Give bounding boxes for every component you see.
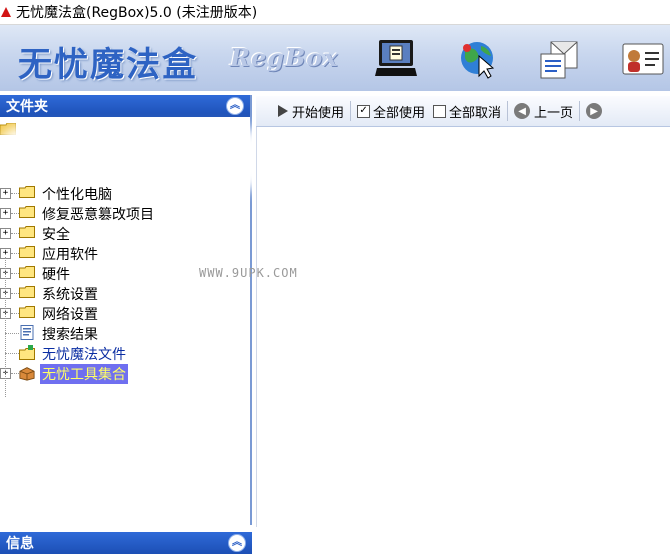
- unchecked-box-icon: [433, 104, 447, 118]
- folder-icon: [19, 186, 35, 198]
- info-panel-title: 信息: [6, 536, 34, 552]
- folder-panel-header: 文件夹 ︽: [0, 95, 250, 117]
- tree-connector: [5, 332, 19, 334]
- tree-connector: [5, 352, 19, 354]
- tree-item-label: 搜索结果: [42, 327, 98, 343]
- expand-icon[interactable]: +: [0, 207, 11, 219]
- folder-tree-panel: 文件夹 ︽ + 个性化电脑 + 修复恶意篡改项目 + 安全 + 应用软件 + 硬…: [0, 95, 258, 525]
- tree-item[interactable]: + 修复恶意篡改项目: [0, 203, 250, 223]
- folder-icon: [19, 266, 35, 278]
- tree-item[interactable]: + 网络设置: [0, 303, 250, 323]
- folder-icon: [19, 226, 35, 238]
- tree-connector: [11, 372, 19, 374]
- magic-folder-icon: [19, 345, 35, 360]
- prev-page-button[interactable]: ◀ 上一页: [510, 99, 577, 123]
- tree-connector: [11, 272, 19, 274]
- user-card-icon: [622, 43, 664, 75]
- tree-item-selected[interactable]: + 无忧工具集合: [0, 363, 250, 384]
- tree-item-label: 应用软件: [42, 247, 98, 263]
- collapse-info-panel-button[interactable]: ︽: [228, 534, 246, 552]
- document-tool-button[interactable]: [536, 37, 584, 81]
- globe-tool-button[interactable]: [454, 37, 502, 81]
- tree-item-label: 修复恶意篡改项目: [42, 207, 154, 223]
- tree-item[interactable]: + 个性化电脑: [0, 183, 250, 203]
- expand-icon[interactable]: +: [0, 187, 11, 199]
- info-panel-header: 信息 ︽: [0, 532, 252, 554]
- tree-item-label: 网络设置: [42, 307, 98, 323]
- cancel-all-button[interactable]: 全部取消: [429, 99, 505, 123]
- title-bar: 无忧魔法盒(RegBox)5.0 (未注册版本): [0, 0, 670, 25]
- toolbar-divider: [507, 101, 509, 121]
- redaction-blur: [8, 137, 258, 181]
- back-arrow-icon: ◀: [514, 103, 531, 119]
- content-toolbar: 开始使用 ✓ 全部使用 全部取消 ◀ 上一页 ▶: [256, 96, 670, 127]
- tree-connector: [11, 292, 19, 294]
- tree-connector: [11, 312, 19, 314]
- select-all-label: 全部使用: [373, 105, 426, 121]
- watermark-text: WWW.9UPK.COM: [199, 266, 298, 280]
- tree-item-label: 系统设置: [42, 287, 98, 303]
- app-logo-icon: [1, 7, 11, 17]
- app-banner: 无忧魔法盒 RegBox: [0, 25, 670, 91]
- select-all-button[interactable]: ✓ 全部使用: [353, 99, 429, 123]
- start-use-button[interactable]: 开始使用: [256, 99, 348, 123]
- tree-vertical-connector: [5, 257, 6, 397]
- tree-item[interactable]: 无忧魔法文件: [0, 343, 250, 363]
- monitor-icon: [375, 40, 417, 76]
- collapse-folder-panel-button[interactable]: ︽: [226, 97, 244, 115]
- user-card-tool-button[interactable]: [618, 37, 666, 81]
- tree-item-label: 安全: [42, 227, 70, 243]
- folder-icon: [19, 306, 35, 318]
- folder-icon: [19, 286, 35, 298]
- brand-chinese-logo: 无忧魔法盒: [18, 45, 198, 85]
- next-page-button[interactable]: ▶: [582, 99, 610, 123]
- content-area: [256, 127, 670, 527]
- tree-item[interactable]: 搜索结果: [0, 323, 250, 343]
- monitor-tool-button[interactable]: [372, 37, 420, 81]
- search-doc-icon: [20, 325, 34, 340]
- forward-arrow-icon: ▶: [586, 103, 603, 119]
- expand-icon[interactable]: +: [0, 227, 11, 239]
- window-title: 无忧魔法盒(RegBox)5.0 (未注册版本): [16, 5, 258, 21]
- tree-item-label: 无忧工具集合: [40, 364, 128, 384]
- tree-item-label: 硬件: [42, 267, 70, 283]
- brand-english-logo: RegBox: [230, 43, 339, 72]
- tree-connector: [11, 192, 19, 194]
- tree-connector: [11, 212, 19, 214]
- toolbar-divider: [350, 101, 352, 121]
- cancel-all-label: 全部取消: [449, 105, 502, 121]
- folder-panel-title: 文件夹: [6, 99, 48, 115]
- prev-page-label: 上一页: [534, 105, 574, 121]
- document-envelope-icon: [540, 41, 578, 79]
- play-icon: [278, 105, 288, 117]
- tree-item[interactable]: + 应用软件: [0, 243, 250, 263]
- folder-tree: + 个性化电脑 + 修复恶意篡改项目 + 安全 + 应用软件 + 硬件 + 系统…: [0, 117, 258, 397]
- tree-item-label: 个性化电脑: [42, 187, 112, 203]
- root-folder-icon: [0, 123, 16, 135]
- tree-connector: [11, 252, 19, 254]
- folder-icon: [19, 246, 35, 258]
- tree-item[interactable]: + 系统设置: [0, 283, 250, 303]
- checked-box-icon: ✓: [357, 104, 371, 118]
- tree-connector: [11, 232, 19, 234]
- redacted-root-area: [0, 119, 258, 183]
- tree-item-label: 无忧魔法文件: [42, 347, 126, 363]
- globe-cursor-icon: [461, 42, 495, 79]
- toolbox-icon: [19, 367, 35, 381]
- toolbar-divider: [579, 101, 581, 121]
- folder-icon: [19, 206, 35, 218]
- tree-item[interactable]: + 安全: [0, 223, 250, 243]
- start-use-label: 开始使用: [292, 105, 345, 121]
